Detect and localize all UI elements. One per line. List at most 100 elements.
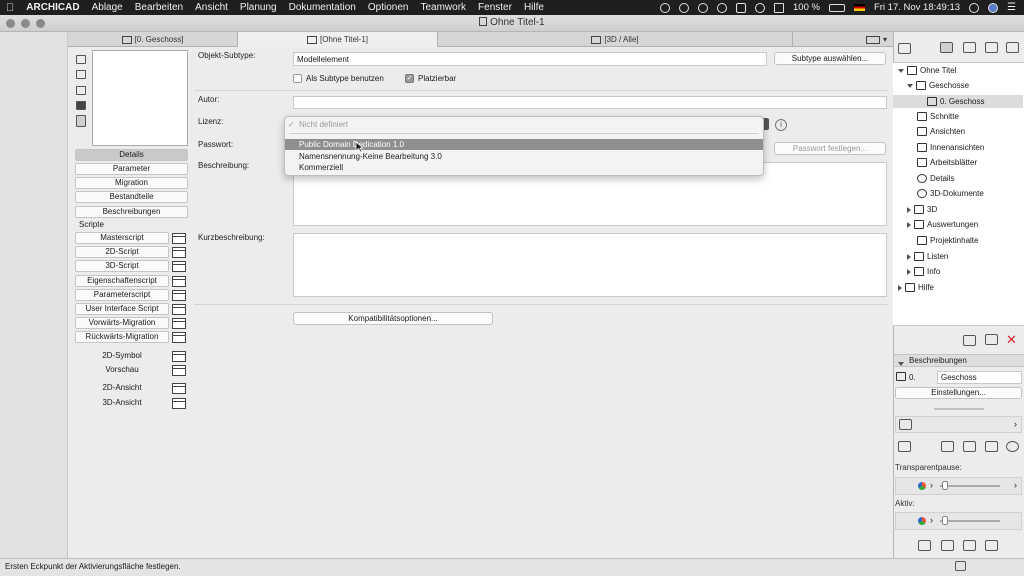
compatibility-options-button[interactable]: Kompatibilitätsoptionen... [293, 312, 493, 325]
tree-item-project-indexes[interactable]: Projektinhalte [917, 236, 978, 245]
nav-details-button[interactable]: Details [75, 149, 188, 161]
swap-trace-icon[interactable] [963, 441, 976, 452]
open-window-icon[interactable] [172, 383, 186, 394]
menu-ablage[interactable]: Ablage [86, 2, 129, 13]
select-subtype-button[interactable]: Subtype auswählen... [774, 52, 886, 65]
backup-status-icon[interactable] [717, 2, 728, 13]
tree-item-sections[interactable]: Schnitte [917, 112, 959, 121]
input-language-flag-icon[interactable] [853, 4, 865, 11]
nav-components-button[interactable]: Bestandteile [75, 191, 188, 203]
active-slider[interactable] [940, 520, 1000, 522]
notification-center-icon[interactable]: ☰ [1007, 2, 1016, 13]
display-status-icon[interactable] [736, 2, 747, 13]
tree-item-project-root[interactable]: Ohne Titel [898, 66, 956, 75]
tab-overflow-menu[interactable]: ▾ [793, 32, 893, 47]
tree-item-schedules[interactable]: Auswertungen [907, 220, 978, 229]
color-wheel-icon[interactable] [918, 482, 926, 490]
license-option-public-domain[interactable]: Public Domain Dedication 1.0 [299, 140, 404, 149]
descriptions-section-header[interactable]: Beschreibungen [894, 354, 1024, 367]
list-view-icon[interactable] [76, 115, 86, 127]
tree-item-help[interactable]: Hilfe [898, 283, 934, 292]
new-view-icon[interactable] [963, 335, 976, 346]
license-info-icon[interactable]: i [775, 119, 787, 131]
menu-planung[interactable]: Planung [234, 2, 283, 13]
menu-teamwork[interactable]: Teamwork [414, 2, 472, 13]
parameters-view-icon[interactable] [76, 55, 86, 64]
use-as-subtype-checkbox[interactable] [293, 74, 302, 83]
menu-ansicht[interactable]: Ansicht [189, 2, 234, 13]
align-trace-icon[interactable] [963, 540, 976, 551]
menu-bearbeiten[interactable]: Bearbeiten [129, 2, 189, 13]
reset-trace-icon[interactable] [985, 441, 998, 452]
license-option-cc-by-nd[interactable]: Namensnennung-Keine Bearbeitung 3.0 [299, 152, 442, 161]
open-window-icon[interactable] [172, 276, 186, 287]
placeable-checkbox[interactable]: ✓ [405, 74, 414, 83]
open-window-icon[interactable] [172, 247, 186, 258]
copy-trace-icon[interactable] [941, 540, 954, 551]
2d-view-icon[interactable] [76, 70, 86, 79]
3d-object-icon[interactable] [76, 101, 86, 110]
delete-icon[interactable]: ✕ [1006, 332, 1017, 348]
license-option-commercial[interactable]: Kommerziell [299, 163, 343, 172]
select-trace-icon[interactable] [918, 540, 931, 551]
view-2d-symbol[interactable]: 2D-Symbol [75, 350, 169, 362]
view-3d[interactable]: 3D-Ansicht [75, 397, 169, 409]
view-preview[interactable]: Vorschau [75, 364, 169, 376]
transparency-slider-thumb[interactable] [942, 481, 948, 490]
tab-gdl-object[interactable]: [Ohne Titel-1] [238, 32, 438, 47]
tab-3d-view[interactable]: [3D / Alle] [438, 32, 793, 47]
open-window-icon[interactable] [172, 365, 186, 376]
battery-icon[interactable] [828, 3, 845, 12]
status-window-icon[interactable] [955, 561, 966, 571]
tab-floor-plan[interactable]: [0. Geschoss] [68, 32, 238, 47]
user-avatar-icon[interactable] [988, 2, 999, 13]
script-ui-button[interactable]: User Interface Script [75, 303, 169, 315]
project-map-icon[interactable] [940, 42, 953, 53]
open-window-icon[interactable] [172, 332, 186, 343]
open-window-icon[interactable] [172, 304, 186, 315]
tree-item-lists[interactable]: Listen [907, 252, 948, 261]
layout-book-icon[interactable] [985, 42, 998, 53]
open-window-icon[interactable] [172, 351, 186, 362]
nav-migration-button[interactable]: Migration [75, 177, 188, 189]
tree-item-3d[interactable]: 3D [907, 205, 937, 214]
tree-item-worksheets[interactable]: Arbeitsblätter [917, 158, 977, 167]
menu-hilfe[interactable]: Hilfe [518, 2, 550, 13]
apple-menu-icon[interactable]:  [0, 2, 20, 14]
subtype-field[interactable]: Modellelement [293, 52, 767, 66]
script-properties-button[interactable]: Eigenschaftenscript [75, 275, 169, 287]
script-master-button[interactable]: Masterscript [75, 232, 169, 244]
trace-reference-icon[interactable] [898, 441, 911, 452]
rotate-trace-icon[interactable] [985, 540, 998, 551]
view-map-icon[interactable] [963, 42, 976, 53]
color-wheel-icon[interactable] [918, 517, 926, 525]
menu-dokumentation[interactable]: Dokumentation [283, 2, 362, 13]
tree-item-interior-elevations[interactable]: Innenansichten [917, 143, 984, 152]
info-status-icon[interactable] [698, 2, 709, 13]
chevron-right-icon[interactable]: › [1014, 480, 1017, 490]
creative-cloud-icon[interactable] [679, 2, 690, 13]
tree-item-ground-floor[interactable]: 0. Geschoss [893, 95, 1023, 108]
script-2d-button[interactable]: 2D-Script [75, 246, 169, 258]
sync-status-icon[interactable] [660, 2, 671, 13]
publisher-sets-icon[interactable] [1006, 42, 1019, 53]
script-parameter-button[interactable]: Parameterscript [75, 289, 169, 301]
menu-optionen[interactable]: Optionen [362, 2, 415, 13]
open-window-icon[interactable] [172, 398, 186, 409]
license-option-undefined[interactable]: Nicht definiert [299, 120, 348, 129]
renovation-filter-selector[interactable]: › [895, 416, 1022, 433]
show-trace-icon[interactable] [941, 441, 954, 452]
navigator-pop-up-icon[interactable] [898, 43, 911, 54]
tree-item-details[interactable]: Details [917, 174, 954, 183]
open-window-icon[interactable] [172, 233, 186, 244]
compare-trace-icon[interactable] [1006, 441, 1019, 452]
tree-item-stories[interactable]: Geschosse [907, 81, 969, 90]
script-forward-migration-button[interactable]: Vorwärts-Migration [75, 317, 169, 329]
chevron-right-icon[interactable]: › [930, 515, 933, 525]
menu-archicad[interactable]: ARCHICAD [20, 2, 85, 13]
active-slider-thumb[interactable] [942, 516, 948, 525]
chevron-right-icon[interactable]: › [930, 480, 933, 490]
set-password-button[interactable]: Passwort festlegen... [774, 142, 886, 155]
script-backward-migration-button[interactable]: Rückwärts-Migration [75, 331, 169, 343]
new-folder-icon[interactable] [985, 334, 998, 345]
